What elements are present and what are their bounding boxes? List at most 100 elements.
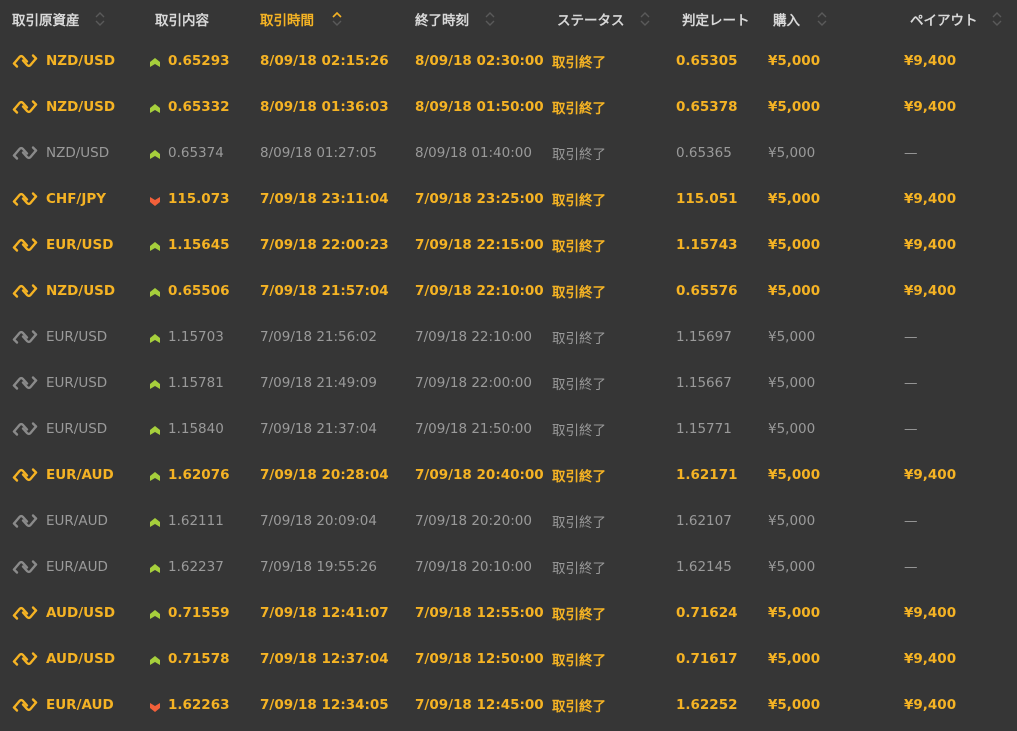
- sort-status-icon[interactable]: [638, 0, 652, 38]
- sort-end-time-icon[interactable]: [483, 0, 497, 38]
- status-cell: 取引終了: [552, 607, 606, 623]
- trade-time-cell: 8/09/18 01:36:03: [260, 99, 389, 115]
- arrow-down-icon: [150, 194, 160, 206]
- entry-rate-cell: 0.65506: [168, 283, 230, 299]
- judge-rate-cell: 1.15743: [676, 237, 738, 253]
- header-purchase[interactable]: 購入: [773, 0, 800, 38]
- judge-rate-cell: 1.15697: [676, 329, 732, 345]
- trade-time-cell: 7/09/18 21:49:09: [260, 375, 377, 391]
- payout-cell: —: [904, 421, 918, 437]
- entry-rate-cell: 0.71578: [168, 651, 230, 667]
- currency-pair-icon: [11, 373, 39, 393]
- status-cell: 取引終了: [552, 331, 606, 347]
- end-time-cell: 7/09/18 12:55:00: [415, 605, 544, 621]
- table-row[interactable]: AUD/USD 0.71559 7/09/18 12:41:07 7/09/18 12…: [0, 590, 1017, 636]
- header-end-time[interactable]: 終了時刻: [415, 0, 469, 38]
- header-status[interactable]: ステータス: [557, 0, 625, 38]
- entry-rate-cell: 1.15840: [168, 421, 224, 437]
- purchase-cell: ¥5,000: [768, 191, 821, 207]
- status-cell: 取引終了: [552, 469, 606, 485]
- asset-cell: CHF/JPY: [46, 191, 107, 207]
- table-row[interactable]: NZD/USD 0.65506 7/09/18 21:57:04 7/09/18 22…: [0, 268, 1017, 314]
- table-row[interactable]: EUR/USD 1.15703 7/09/18 21:56:02 7/09/18 22…: [0, 314, 1017, 360]
- trade-time-cell: 8/09/18 02:15:26: [260, 53, 389, 69]
- end-time-cell: 8/09/18 02:30:00: [415, 53, 544, 69]
- table-row[interactable]: NZD/USD 0.65374 8/09/18 01:27:05 8/09/18 01…: [0, 130, 1017, 176]
- asset-cell: NZD/USD: [46, 53, 116, 69]
- header-payout[interactable]: ペイアウト: [910, 0, 978, 38]
- table-row[interactable]: EUR/AUD 1.62237 7/09/18 19:55:26 7/09/18 20…: [0, 544, 1017, 590]
- currency-pair-icon: [11, 281, 39, 301]
- currency-pair-icon: [11, 695, 39, 715]
- table-row[interactable]: EUR/USD 1.15840 7/09/18 21:37:04 7/09/18 21…: [0, 406, 1017, 452]
- asset-cell: NZD/USD: [46, 99, 116, 115]
- payout-cell: ¥9,400: [904, 467, 957, 483]
- asset-cell: EUR/AUD: [46, 467, 114, 483]
- sort-purchase-icon[interactable]: [815, 0, 829, 38]
- arrow-up-icon: [150, 102, 160, 113]
- asset-cell: EUR/USD: [46, 421, 108, 437]
- currency-pair-icon: [11, 511, 39, 531]
- end-time-cell: 7/09/18 12:50:00: [415, 651, 544, 667]
- arrow-up-icon: [150, 608, 160, 619]
- table-row[interactable]: NZD/USD 0.65293 8/09/18 02:15:26 8/09/18 02…: [0, 38, 1017, 84]
- trade-time-cell: 7/09/18 19:55:26: [260, 559, 377, 575]
- currency-pair-icon: [11, 327, 39, 347]
- status-cell: 取引終了: [552, 515, 606, 531]
- asset-cell: EUR/USD: [46, 375, 108, 391]
- payout-cell: —: [904, 145, 918, 161]
- payout-cell: —: [904, 513, 918, 529]
- header-judge-rate[interactable]: 判定レート: [682, 0, 750, 38]
- arrow-up-icon: [150, 240, 160, 251]
- entry-rate-cell: 1.15781: [168, 375, 224, 391]
- purchase-cell: ¥5,000: [768, 559, 816, 575]
- entry-rate-cell: 0.65332: [168, 99, 230, 115]
- header-trade-time[interactable]: 取引時間: [260, 0, 314, 38]
- status-cell: 取引終了: [552, 55, 606, 71]
- currency-pair-icon: [11, 97, 39, 117]
- currency-pair-icon: [11, 235, 39, 255]
- table-row[interactable]: AUD/USD 0.71578 7/09/18 12:37:04 7/09/18 12…: [0, 636, 1017, 682]
- judge-rate-cell: 0.65576: [676, 283, 738, 299]
- end-time-cell: 7/09/18 12:45:00: [415, 697, 544, 713]
- table-row[interactable]: EUR/USD 1.15645 7/09/18 22:00:23 7/09/18 22…: [0, 222, 1017, 268]
- trade-time-cell: 7/09/18 22:00:23: [260, 237, 389, 253]
- purchase-cell: ¥5,000: [768, 651, 821, 667]
- end-time-cell: 8/09/18 01:40:00: [415, 145, 532, 161]
- purchase-cell: ¥5,000: [768, 145, 816, 161]
- currency-pair-icon: [11, 649, 39, 669]
- judge-rate-cell: 0.71624: [676, 605, 738, 621]
- asset-cell: EUR/AUD: [46, 697, 114, 713]
- table-row[interactable]: NZD/USD 0.65332 8/09/18 01:36:03 8/09/18 01…: [0, 84, 1017, 130]
- table-row[interactable]: EUR/AUD 1.62076 7/09/18 20:28:04 7/09/18 20…: [0, 452, 1017, 498]
- payout-cell: —: [904, 375, 918, 391]
- header-asset[interactable]: 取引原資産: [12, 0, 80, 38]
- purchase-cell: ¥5,000: [768, 513, 816, 529]
- purchase-cell: ¥5,000: [768, 53, 821, 69]
- table-row[interactable]: EUR/AUD 1.62263 7/09/18 12:34:05 7/09/18 12…: [0, 682, 1017, 728]
- end-time-cell: 7/09/18 23:25:00: [415, 191, 544, 207]
- header-rate[interactable]: 取引内容: [155, 0, 209, 38]
- asset-cell: EUR/USD: [46, 329, 108, 345]
- status-cell: 取引終了: [552, 101, 606, 117]
- end-time-cell: 7/09/18 20:10:00: [415, 559, 532, 575]
- trade-time-cell: 7/09/18 12:34:05: [260, 697, 389, 713]
- end-time-cell: 8/09/18 01:50:00: [415, 99, 544, 115]
- table-row[interactable]: EUR/USD 1.15781 7/09/18 21:49:09 7/09/18 22…: [0, 360, 1017, 406]
- judge-rate-cell: 1.15771: [676, 421, 732, 437]
- entry-rate-cell: 1.15645: [168, 237, 230, 253]
- status-cell: 取引終了: [552, 699, 606, 715]
- table-row[interactable]: CHF/JPY 115.073 7/09/18 23:11:04 7/09/18 23…: [0, 176, 1017, 222]
- payout-cell: ¥9,400: [904, 191, 957, 207]
- trade-time-cell: 7/09/18 21:56:02: [260, 329, 377, 345]
- table-row[interactable]: EUR/AUD 1.62111 7/09/18 20:09:04 7/09/18 20…: [0, 498, 1017, 544]
- sort-asset-icon[interactable]: [93, 0, 107, 38]
- payout-cell: ¥9,400: [904, 237, 957, 253]
- arrow-down-icon: [150, 700, 160, 712]
- arrow-up-icon: [150, 562, 160, 573]
- trade-time-cell: 7/09/18 20:28:04: [260, 467, 389, 483]
- sort-payout-icon[interactable]: [990, 0, 1004, 38]
- sort-trade-time-icon[interactable]: [330, 0, 344, 38]
- trade-time-cell: 7/09/18 21:37:04: [260, 421, 377, 437]
- judge-rate-cell: 1.62107: [676, 513, 732, 529]
